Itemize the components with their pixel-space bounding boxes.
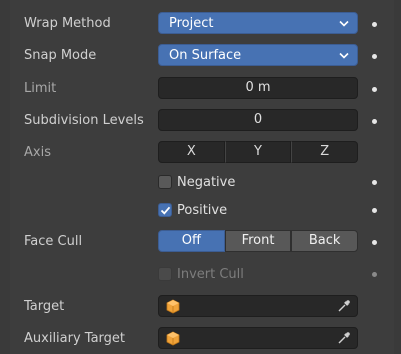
subdivision-levels-label: Subdivision Levels xyxy=(24,113,144,128)
positive-checkbox[interactable]: Positive xyxy=(158,198,227,222)
snap-mode-label: Snap Mode xyxy=(24,48,97,63)
checkbox-box[interactable] xyxy=(158,175,172,189)
face-cull-back-toggle[interactable]: Back xyxy=(291,230,359,252)
axis-row: Axis X Y Z xyxy=(10,141,394,165)
face-cull-toggle-group: Off Front Back xyxy=(158,230,359,252)
invert-cull-row: Invert Cull xyxy=(10,262,394,286)
limit-label: Limit xyxy=(24,81,57,96)
limit-field[interactable]: 0 m xyxy=(158,77,358,99)
keyframe-dot-icon[interactable] xyxy=(372,22,377,27)
target-label: Target xyxy=(24,299,65,314)
axis-label: Axis xyxy=(24,145,51,160)
limit-row: Limit 0 m xyxy=(10,77,394,101)
chevron-down-icon xyxy=(339,45,351,67)
auxiliary-target-object-field[interactable] xyxy=(158,327,358,349)
wrap-method-row: Wrap Method Project xyxy=(10,12,394,36)
keyframe-dot-icon[interactable] xyxy=(372,87,377,92)
negative-row: Negative xyxy=(10,170,394,194)
axis-z-toggle[interactable]: Z xyxy=(291,141,359,163)
object-cube-icon xyxy=(166,299,180,314)
snap-mode-value: On Surface xyxy=(169,48,242,63)
axis-toggle-group: X Y Z xyxy=(158,141,359,163)
checkmark-icon xyxy=(160,206,171,215)
checkbox-box xyxy=(158,267,172,281)
target-row: Target xyxy=(10,295,394,319)
keyframe-dot-icon[interactable] xyxy=(372,180,377,185)
object-cube-icon xyxy=(166,331,180,346)
face-cull-off-toggle[interactable]: Off xyxy=(158,230,225,252)
eyedropper-icon[interactable] xyxy=(337,331,351,345)
checkbox-box[interactable] xyxy=(158,203,172,217)
subdivision-levels-row: Subdivision Levels 0 xyxy=(10,109,394,133)
face-cull-front-toggle[interactable]: Front xyxy=(224,230,292,252)
snap-mode-dropdown[interactable]: On Surface xyxy=(158,44,358,66)
auxiliary-target-label: Auxiliary Target xyxy=(24,331,126,346)
negative-label: Negative xyxy=(177,174,236,190)
face-cull-row: Face Cull Off Front Back xyxy=(10,230,394,254)
keyframe-dot-icon[interactable] xyxy=(372,54,377,59)
snap-mode-row: Snap Mode On Surface xyxy=(10,44,394,68)
eyedropper-icon[interactable] xyxy=(337,299,351,313)
positive-row: Positive xyxy=(10,198,394,222)
subdivision-levels-field[interactable]: 0 xyxy=(158,109,358,131)
keyframe-dot-icon[interactable] xyxy=(372,208,377,213)
target-object-field[interactable] xyxy=(158,295,358,317)
keyframe-dot-icon xyxy=(372,272,377,277)
invert-cull-label: Invert Cull xyxy=(177,266,244,282)
auxiliary-target-row: Auxiliary Target xyxy=(10,327,394,351)
negative-checkbox[interactable]: Negative xyxy=(158,170,235,194)
axis-y-toggle[interactable]: Y xyxy=(224,141,292,163)
keyframe-dot-icon[interactable] xyxy=(372,240,377,245)
wrap-method-value: Project xyxy=(169,16,214,31)
chevron-down-icon xyxy=(339,13,351,35)
face-cull-label: Face Cull xyxy=(24,234,83,249)
positive-label: Positive xyxy=(177,202,228,218)
wrap-method-dropdown[interactable]: Project xyxy=(158,12,358,34)
keyframe-dot-icon[interactable] xyxy=(372,119,377,124)
shrinkwrap-modifier-panel: Wrap Method Project Snap Mode On Surface… xyxy=(10,0,394,354)
axis-x-toggle[interactable]: X xyxy=(158,141,225,163)
invert-cull-checkbox: Invert Cull xyxy=(158,262,244,286)
wrap-method-label: Wrap Method xyxy=(24,16,111,31)
